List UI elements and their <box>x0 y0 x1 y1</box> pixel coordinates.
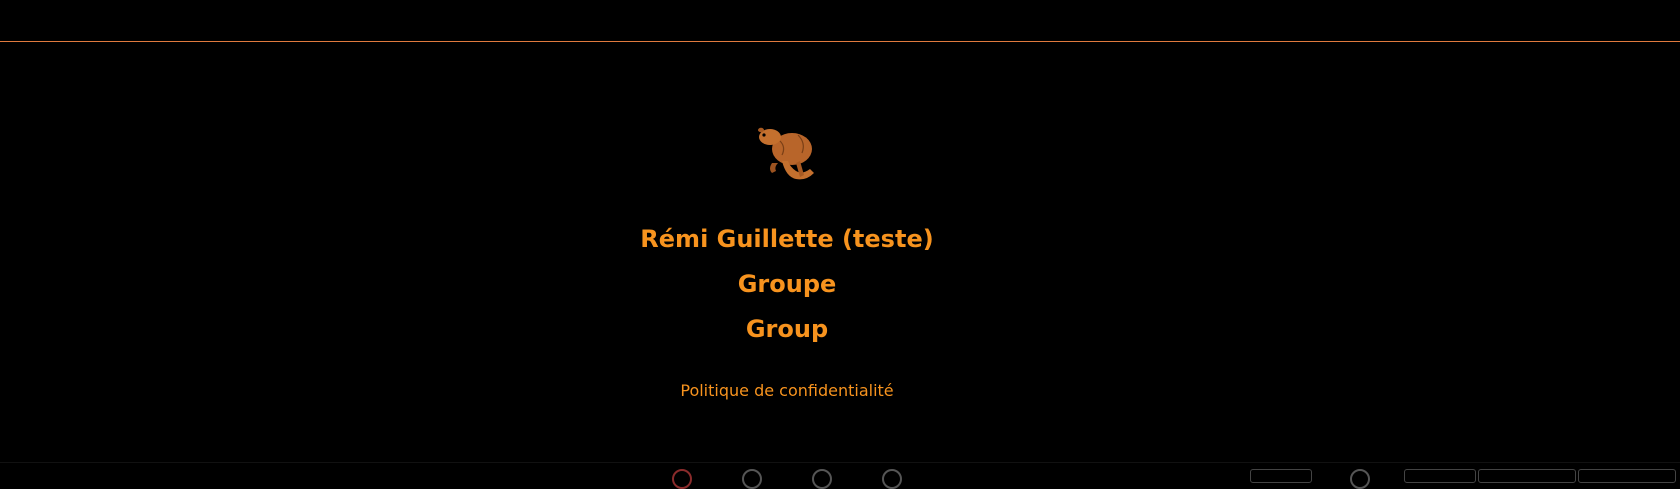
toolbar-button-1[interactable] <box>1250 469 1312 483</box>
beaver-icon <box>758 127 814 180</box>
group-label-fr: Groupe <box>737 270 837 298</box>
toolbar-icon-4[interactable] <box>882 469 902 489</box>
toolbar-button-3[interactable] <box>1478 469 1576 483</box>
toolbar-icon-3[interactable] <box>812 469 832 489</box>
member-name: Rémi Guillette (teste) <box>640 225 934 253</box>
toolbar-icon-5[interactable] <box>1350 469 1370 489</box>
toolbar-button-2[interactable] <box>1404 469 1476 483</box>
beaver-logo <box>752 121 820 185</box>
toolbar-icon-1[interactable] <box>672 469 692 489</box>
privacy-policy-link-wrapper: Politique de confidentialité <box>0 381 1574 401</box>
footer: Rémi Guillette (teste) Groupe Group Poli… <box>0 0 1680 471</box>
toolbar-icon-2[interactable] <box>742 469 762 489</box>
privacy-policy-link[interactable]: Politique de confidentialité <box>680 381 893 400</box>
toolbar-button-4[interactable] <box>1578 469 1676 483</box>
group-label-en: Group <box>745 315 829 343</box>
